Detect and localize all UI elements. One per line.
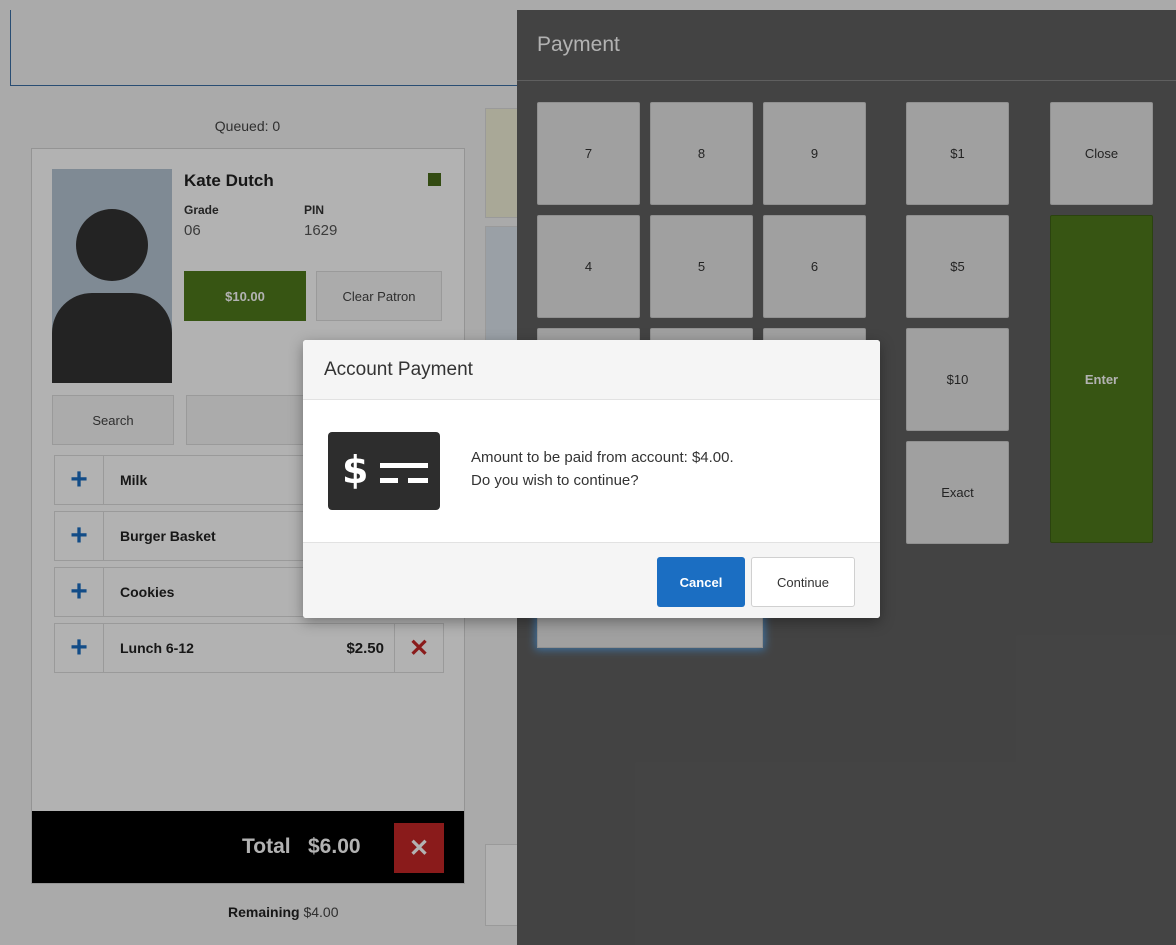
dollar-bill-icon: $ — [328, 432, 440, 510]
dialog-message-line2: Do you wish to continue? — [471, 472, 639, 489]
dialog-message: Amount to be paid from account: $4.00. D… — [471, 446, 734, 492]
cancel-button[interactable]: Cancel — [657, 557, 745, 607]
dialog-message-line1: Amount to be paid from account: $4.00. — [471, 449, 734, 466]
continue-button[interactable]: Continue — [751, 557, 855, 607]
account-payment-dialog: Account Payment $ Amount to be paid from… — [303, 340, 880, 618]
dialog-footer: Cancel Continue — [303, 542, 880, 618]
dialog-title: Account Payment — [303, 340, 880, 400]
